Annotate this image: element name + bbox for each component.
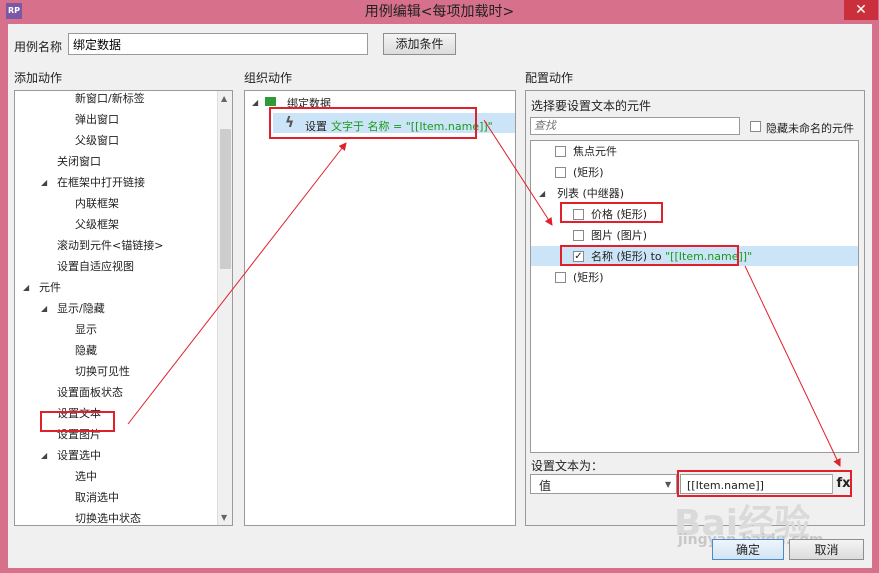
- dialog-window: RP 用例编辑<每项加载时> ✕ 用例名称 添加条件 添加动作 组织动作 配置动…: [0, 0, 879, 573]
- arrow-to-value: [744, 265, 841, 467]
- arrow-to-price: [483, 119, 553, 226]
- annotation-arrows: [127, 119, 841, 467]
- arrow-to-action: [127, 142, 347, 425]
